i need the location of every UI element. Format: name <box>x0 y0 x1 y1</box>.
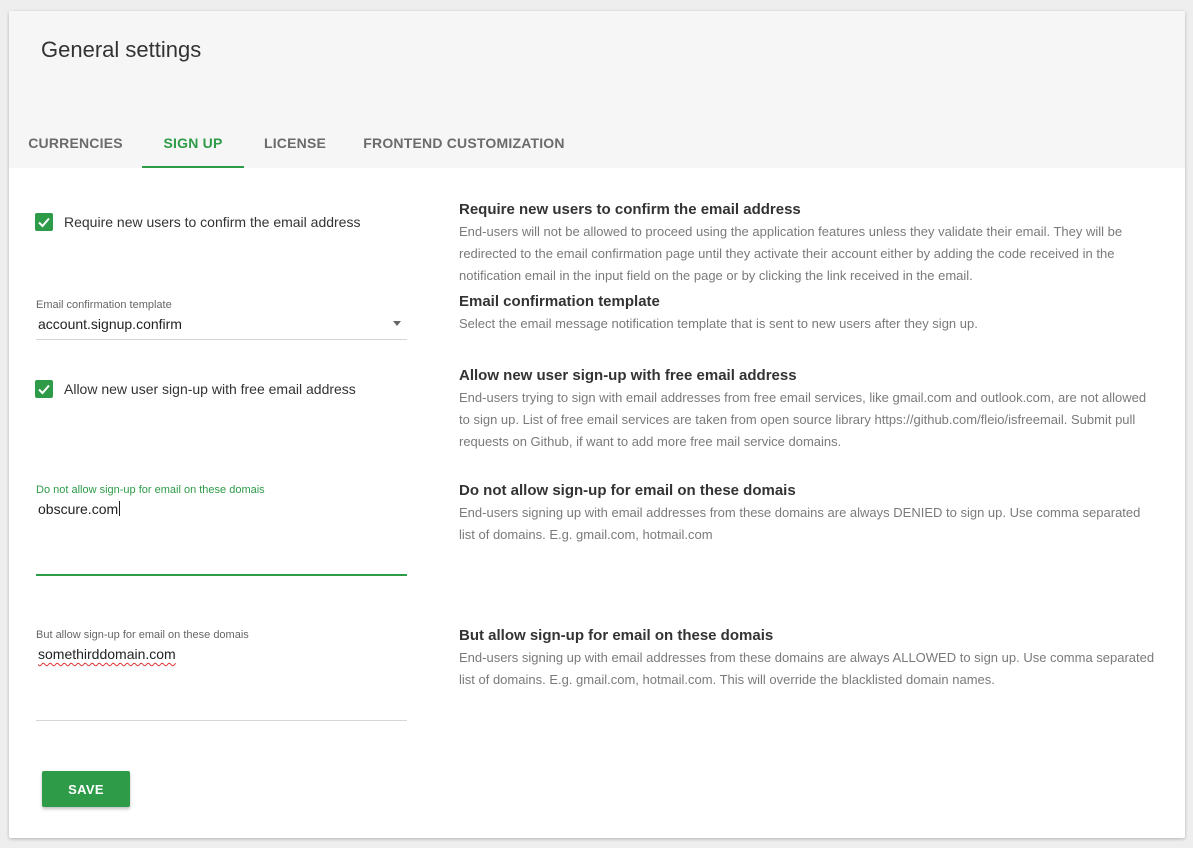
free-email-description: Allow new user sign-up with free email a… <box>459 367 1159 453</box>
confirm-email-checkbox-row[interactable]: Require new users to confirm the email a… <box>35 213 360 231</box>
deny-domains-field[interactable]: Do not allow sign-up for email on these … <box>36 484 407 576</box>
tab-sign-up[interactable]: SIGN UP <box>142 121 244 168</box>
confirm-email-description: Require new users to confirm the email a… <box>459 201 1159 287</box>
desc-title: Require new users to confirm the email a… <box>459 201 801 218</box>
desc-title: Do not allow sign-up for email on these … <box>459 482 796 499</box>
desc-text: End-users signing up with email addresse… <box>459 505 1141 542</box>
card-header: General settings CURRENCIES SIGN UP LICE… <box>9 11 1185 168</box>
free-email-checkbox-row[interactable]: Allow new user sign-up with free email a… <box>35 380 356 398</box>
tab-frontend-customization[interactable]: FRONTEND CUSTOMIZATION <box>346 121 582 168</box>
save-button[interactable]: SAVE <box>42 771 130 807</box>
deny-domains-label: Do not allow sign-up for email on these … <box>36 484 265 496</box>
check-icon <box>38 384 50 395</box>
deny-domains-description: Do not allow sign-up for email on these … <box>459 482 1159 546</box>
tab-currencies[interactable]: CURRENCIES <box>9 121 142 168</box>
tab-license[interactable]: LICENSE <box>244 121 346 168</box>
allow-domains-label: But allow sign-up for email on these dom… <box>36 629 249 641</box>
free-email-checkbox[interactable] <box>35 380 53 398</box>
deny-domains-value: obscure.com <box>38 501 119 517</box>
desc-title: But allow sign-up for email on these dom… <box>459 627 774 644</box>
desc-title: Email confirmation template <box>459 293 660 310</box>
allow-domains-input[interactable]: somethirddomain.com <box>36 646 407 662</box>
template-label: Email confirmation template <box>36 299 172 311</box>
check-icon <box>38 217 50 228</box>
free-email-label: Allow new user sign-up with free email a… <box>64 381 356 397</box>
confirm-email-label: Require new users to confirm the email a… <box>64 214 361 230</box>
desc-text: End-users signing up with email addresse… <box>459 650 1155 687</box>
desc-title: Allow new user sign-up with free email a… <box>459 367 797 384</box>
chevron-down-icon[interactable] <box>393 321 401 326</box>
desc-text: Select the email message notification te… <box>459 316 978 331</box>
template-underline <box>36 339 407 340</box>
template-description: Email confirmation template Select the e… <box>459 293 1159 335</box>
template-value: account.signup.confirm <box>38 316 182 332</box>
template-select[interactable]: Email confirmation template account.sign… <box>36 299 407 340</box>
desc-text: End-users trying to sign with email addr… <box>459 390 1147 449</box>
text-caret <box>119 501 121 516</box>
deny-domains-input[interactable]: obscure.com <box>36 501 407 517</box>
confirm-email-checkbox[interactable] <box>35 213 53 231</box>
deny-domains-underline <box>36 574 407 576</box>
allow-domains-value: somethirddomain.com <box>38 646 176 662</box>
allow-domains-field[interactable]: But allow sign-up for email on these dom… <box>36 629 407 721</box>
desc-text: End-users will not be allowed to proceed… <box>459 224 1123 283</box>
allow-domains-underline <box>36 720 407 721</box>
allow-domains-description: But allow sign-up for email on these dom… <box>459 627 1159 691</box>
settings-card: General settings CURRENCIES SIGN UP LICE… <box>9 11 1185 838</box>
page-title: General settings <box>41 37 202 62</box>
